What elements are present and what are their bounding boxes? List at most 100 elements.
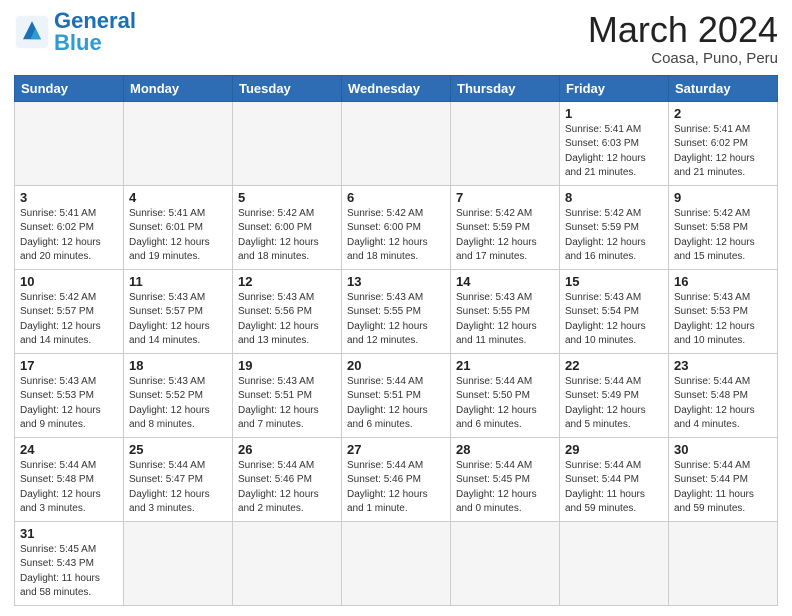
header-wednesday: Wednesday (342, 75, 451, 101)
day-number: 7 (456, 190, 554, 205)
title-area: March 2024 Coasa, Puno, Peru (588, 10, 778, 67)
day-number: 15 (565, 274, 663, 289)
day-info: Sunrise: 5:41 AM Sunset: 6:02 PM Dayligh… (20, 207, 118, 265)
calendar-cell (669, 521, 778, 605)
calendar-cell (233, 101, 342, 185)
day-info: Sunrise: 5:44 AM Sunset: 5:45 PM Dayligh… (456, 459, 554, 517)
calendar-cell: 23Sunrise: 5:44 AM Sunset: 5:48 PM Dayli… (669, 353, 778, 437)
calendar-cell: 27 Sunrise: 5:44 AM Sunset: 5:46 PM Dayli… (342, 437, 451, 521)
calendar-cell (233, 521, 342, 605)
day-info: Sunrise: 5:44 AM Sunset: 5:47 PM Dayligh… (129, 459, 227, 517)
calendar-cell (342, 101, 451, 185)
day-number: 11 (129, 274, 227, 289)
calendar-cell: 4 Sunrise: 5:41 AM Sunset: 6:01 PM Daylig… (124, 185, 233, 269)
day-number: 26 (238, 442, 336, 457)
header-thursday: Thursday (451, 75, 560, 101)
day-info: Sunrise: 5:43 AM Sunset: 5:54 PM Dayligh… (565, 291, 663, 349)
calendar-cell: 18 Sunrise: 5:43 AM Sunset: 5:52 PM Dayli… (124, 353, 233, 437)
header-friday: Friday (560, 75, 669, 101)
day-number: 1 (565, 106, 663, 121)
day-number: 24 (20, 442, 118, 457)
day-info: Sunrise: 5:42 AM Sunset: 6:00 PM Dayligh… (347, 207, 445, 265)
calendar-cell: 6 Sunrise: 5:42 AM Sunset: 6:00 PM Daylig… (342, 185, 451, 269)
calendar-cell: 9Sunrise: 5:42 AM Sunset: 5:58 PM Daylig… (669, 185, 778, 269)
calendar-cell: 26 Sunrise: 5:44 AM Sunset: 5:46 PM Dayli… (233, 437, 342, 521)
day-info: Sunrise: 5:43 AM Sunset: 5:57 PM Dayligh… (129, 291, 227, 349)
calendar-cell: 8Sunrise: 5:42 AM Sunset: 5:59 PM Daylig… (560, 185, 669, 269)
calendar-cell: 17 Sunrise: 5:43 AM Sunset: 5:53 PM Dayli… (15, 353, 124, 437)
day-info: Sunrise: 5:42 AM Sunset: 5:59 PM Dayligh… (456, 207, 554, 265)
day-info: Sunrise: 5:41 AM Sunset: 6:01 PM Dayligh… (129, 207, 227, 265)
location: Coasa, Puno, Peru (588, 50, 778, 67)
logo-icon (14, 14, 50, 50)
calendar-cell: 20Sunrise: 5:44 AM Sunset: 5:51 PM Dayli… (342, 353, 451, 437)
calendar-cell: 7 Sunrise: 5:42 AM Sunset: 5:59 PM Daylig… (451, 185, 560, 269)
calendar-cell: 28Sunrise: 5:44 AM Sunset: 5:45 PM Dayli… (451, 437, 560, 521)
day-number: 2 (674, 106, 772, 121)
day-info: Sunrise: 5:44 AM Sunset: 5:46 PM Dayligh… (347, 459, 445, 517)
day-info: Sunrise: 5:43 AM Sunset: 5:53 PM Dayligh… (674, 291, 772, 349)
day-info: Sunrise: 5:41 AM Sunset: 6:02 PM Dayligh… (674, 123, 772, 181)
calendar-cell (124, 521, 233, 605)
day-info: Sunrise: 5:44 AM Sunset: 5:44 PM Dayligh… (565, 459, 663, 517)
day-number: 29 (565, 442, 663, 457)
day-number: 27 (347, 442, 445, 457)
day-info: Sunrise: 5:43 AM Sunset: 5:52 PM Dayligh… (129, 375, 227, 433)
day-info: Sunrise: 5:42 AM Sunset: 5:59 PM Dayligh… (565, 207, 663, 265)
day-info: Sunrise: 5:42 AM Sunset: 6:00 PM Dayligh… (238, 207, 336, 265)
day-info: Sunrise: 5:42 AM Sunset: 5:57 PM Dayligh… (20, 291, 118, 349)
day-number: 16 (674, 274, 772, 289)
calendar-cell: 30Sunrise: 5:44 AM Sunset: 5:44 PM Dayli… (669, 437, 778, 521)
day-number: 25 (129, 442, 227, 457)
day-number: 4 (129, 190, 227, 205)
day-number: 21 (456, 358, 554, 373)
day-info: Sunrise: 5:41 AM Sunset: 6:03 PM Dayligh… (565, 123, 663, 181)
calendar-cell: 16 Sunrise: 5:43 AM Sunset: 5:53 PM Dayli… (669, 269, 778, 353)
day-number: 31 (20, 526, 118, 541)
header-monday: Monday (124, 75, 233, 101)
day-info: Sunrise: 5:44 AM Sunset: 5:46 PM Dayligh… (238, 459, 336, 517)
day-info: Sunrise: 5:43 AM Sunset: 5:55 PM Dayligh… (347, 291, 445, 349)
calendar-cell (451, 101, 560, 185)
logo-text: GeneralBlue (54, 10, 136, 54)
day-info: Sunrise: 5:43 AM Sunset: 5:56 PM Dayligh… (238, 291, 336, 349)
day-number: 22 (565, 358, 663, 373)
logo: GeneralBlue (14, 10, 136, 54)
day-info: Sunrise: 5:43 AM Sunset: 5:51 PM Dayligh… (238, 375, 336, 433)
day-info: Sunrise: 5:44 AM Sunset: 5:49 PM Dayligh… (565, 375, 663, 433)
calendar-cell: 5Sunrise: 5:42 AM Sunset: 6:00 PM Daylig… (233, 185, 342, 269)
calendar-cell: 11 Sunrise: 5:43 AM Sunset: 5:57 PM Dayli… (124, 269, 233, 353)
calendar-cell: 22 Sunrise: 5:44 AM Sunset: 5:49 PM Dayli… (560, 353, 669, 437)
day-info: Sunrise: 5:44 AM Sunset: 5:50 PM Dayligh… (456, 375, 554, 433)
day-number: 6 (347, 190, 445, 205)
calendar-cell (451, 521, 560, 605)
day-number: 18 (129, 358, 227, 373)
header-sunday: Sunday (15, 75, 124, 101)
day-number: 14 (456, 274, 554, 289)
calendar-cell: 24Sunrise: 5:44 AM Sunset: 5:48 PM Dayli… (15, 437, 124, 521)
header-tuesday: Tuesday (233, 75, 342, 101)
day-info: Sunrise: 5:45 AM Sunset: 5:43 PM Dayligh… (20, 543, 118, 601)
day-info: Sunrise: 5:44 AM Sunset: 5:48 PM Dayligh… (674, 375, 772, 433)
day-number: 19 (238, 358, 336, 373)
calendar-cell: 1 Sunrise: 5:41 AM Sunset: 6:03 PM Daylig… (560, 101, 669, 185)
day-number: 3 (20, 190, 118, 205)
calendar-cell (15, 101, 124, 185)
calendar-cell: 29 Sunrise: 5:44 AM Sunset: 5:44 PM Dayli… (560, 437, 669, 521)
calendar-cell (560, 521, 669, 605)
calendar-cell: 15 Sunrise: 5:43 AM Sunset: 5:54 PM Dayli… (560, 269, 669, 353)
day-number: 17 (20, 358, 118, 373)
calendar-cell: 25 Sunrise: 5:44 AM Sunset: 5:47 PM Dayli… (124, 437, 233, 521)
calendar-cell (342, 521, 451, 605)
day-info: Sunrise: 5:44 AM Sunset: 5:44 PM Dayligh… (674, 459, 772, 517)
day-info: Sunrise: 5:43 AM Sunset: 5:53 PM Dayligh… (20, 375, 118, 433)
calendar-cell (124, 101, 233, 185)
day-number: 10 (20, 274, 118, 289)
calendar-cell: 19 Sunrise: 5:43 AM Sunset: 5:51 PM Dayli… (233, 353, 342, 437)
month-title: March 2024 (588, 10, 778, 50)
day-number: 13 (347, 274, 445, 289)
day-info: Sunrise: 5:44 AM Sunset: 5:51 PM Dayligh… (347, 375, 445, 433)
day-info: Sunrise: 5:42 AM Sunset: 5:58 PM Dayligh… (674, 207, 772, 265)
header-saturday: Saturday (669, 75, 778, 101)
calendar-cell: 2 Sunrise: 5:41 AM Sunset: 6:02 PM Daylig… (669, 101, 778, 185)
